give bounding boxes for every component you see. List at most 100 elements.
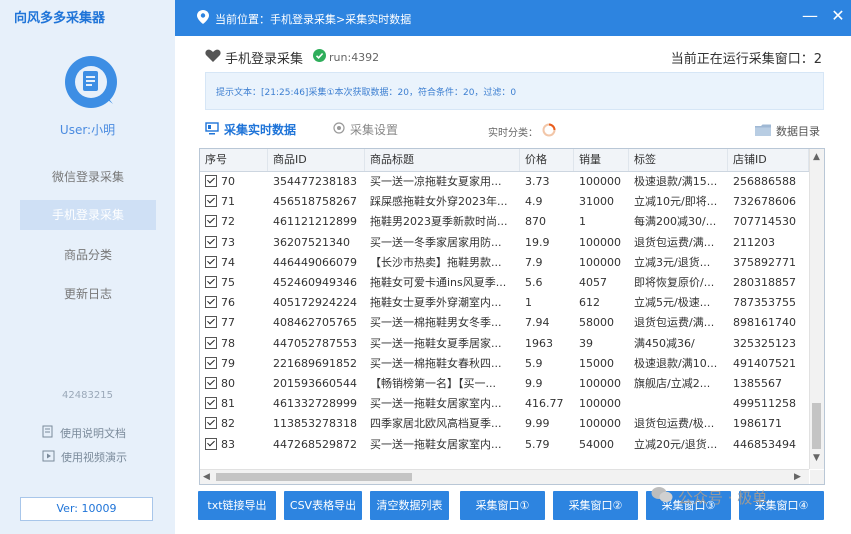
nav-wechat-login[interactable]: 微信登录采集 (20, 162, 156, 192)
csv-export-button[interactable]: CSV表格导出 (284, 491, 362, 520)
doc-link[interactable]: 使用说明文档 (42, 425, 126, 441)
row-checkbox[interactable] (205, 377, 217, 389)
window-2-button[interactable]: 采集窗口② (553, 491, 638, 520)
row-checkbox[interactable] (205, 276, 217, 288)
row-index: 80 (221, 377, 235, 390)
row-index: 78 (221, 336, 235, 350)
row-checkbox[interactable] (205, 417, 217, 430)
row-checkbox[interactable] (205, 296, 217, 309)
table-row[interactable]: 76 405172924224 拖鞋女士夏季外穿潮室内... 1 612 立减5元/极速.… (200, 293, 809, 313)
monitor-icon (205, 121, 219, 138)
vertical-scroll-thumb[interactable] (812, 403, 821, 449)
table-row[interactable]: 81 461332728999 买一送一拖鞋女居家室内... 416.77 100000… (200, 394, 809, 414)
column-header[interactable]: 商品标题 (365, 149, 520, 171)
table-cell: 461121212899 (273, 215, 357, 229)
data-directory-button[interactable]: 数据目录 (755, 123, 820, 139)
doc-link-label: 使用说明文档 (60, 427, 126, 440)
table-cell: 354477238183 (273, 175, 357, 188)
row-checkbox[interactable] (205, 195, 217, 208)
nav-category[interactable]: 商品分类 (20, 240, 156, 270)
horizontal-scroll-thumb[interactable] (216, 473, 412, 481)
app-title: 向风多多采集器 (14, 11, 106, 26)
row-index: 70 (221, 175, 235, 188)
horizontal-scrollbar[interactable]: ◀ ▶ (200, 469, 809, 484)
column-header[interactable]: 价格 (520, 149, 574, 171)
table-cell: 221689691852 (273, 356, 357, 370)
table-row[interactable]: 77 408462705765 买一送一棉拖鞋男女冬季... 7.94 58000 退货包… (200, 313, 809, 333)
table-cell: 即将恢复原价/... (634, 276, 715, 289)
table-cell: 73 (200, 233, 268, 253)
row-checkbox[interactable] (205, 215, 217, 228)
table-row[interactable]: 83 447268529872 买一送一拖鞋女居家室内... 5.79 54000 立减2… (200, 435, 809, 455)
scroll-up-arrow-icon[interactable]: ▲ (813, 151, 820, 163)
table-row[interactable]: 79 221689691852 买一送一棉拖鞋女春秋四... 5.9 15000 极速退款… (200, 354, 809, 374)
row-checkbox[interactable] (205, 336, 217, 349)
table-cell: 19.9 (525, 235, 550, 249)
close-button[interactable]: ✕ (829, 6, 847, 26)
table-cell: 79 (200, 354, 268, 374)
table-row[interactable]: 82 113853278318 四季家居北欧风高档夏季... 9.99 100000 退货… (200, 414, 809, 434)
heart-icon (205, 49, 221, 66)
table-row[interactable]: 73 36207521340 买一送一冬季家居家用防... 19.9 100000 退货包… (200, 233, 809, 253)
nav-phone-login[interactable]: 手机登录采集 (20, 200, 156, 230)
row-checkbox[interactable] (205, 356, 217, 369)
tab-row: 采集实时数据 采集设置 实时分类： 数据目录 (205, 118, 830, 142)
table-cell: 39 (579, 336, 593, 350)
sidebar: 向风多多采集器 User:小明 微信登录采集 手机登录采集 商品分类 更新日志 … (0, 0, 175, 534)
window-1-button[interactable]: 采集窗口① (460, 491, 545, 520)
tab-settings[interactable]: 采集设置 (333, 121, 398, 138)
table-row[interactable]: 71 456518758267 踩屎感拖鞋女外穿2023年... 4.9 31000 立减… (200, 192, 809, 212)
column-header[interactable]: 销量 (574, 149, 629, 171)
data-table[interactable]: 序号 商品ID 商品标题 价格 销量 标签 店铺ID 70 35447723818… (199, 148, 825, 485)
table-row[interactable]: 70 354477238183 买一送一凉拖鞋女夏家用... 3.73 100000 极速… (200, 172, 809, 192)
row-checkbox[interactable] (205, 175, 217, 187)
table-row[interactable]: 72 461121212899 拖鞋男2023夏季新款时尚... 870 1 每满200减… (200, 212, 809, 232)
row-checkbox[interactable] (205, 255, 217, 268)
column-header[interactable]: 序号 (200, 149, 268, 171)
txt-export-button[interactable]: txt链接导出 (198, 491, 276, 520)
table-row[interactable]: 74 446449066079 【长沙市热卖】拖鞋男款... 7.9 100000 立减3… (200, 253, 809, 273)
scroll-left-arrow-icon[interactable]: ◀ (203, 471, 210, 483)
scroll-right-arrow-icon[interactable]: ▶ (794, 471, 801, 483)
video-link[interactable]: 使用视频演示 (42, 449, 127, 465)
column-header[interactable]: 商品ID (268, 149, 365, 171)
minimize-button[interactable]: — (801, 6, 819, 26)
row-checkbox[interactable] (205, 397, 217, 410)
table-cell: 870 (525, 215, 546, 229)
version-badge: Ver: 10009 (20, 497, 153, 521)
table-cell: 9.9 (525, 377, 543, 390)
table-cell: 77 (200, 313, 268, 333)
folder-icon (755, 124, 771, 139)
table-cell: 75 (200, 273, 268, 293)
table-cell: 256886588 (733, 175, 796, 188)
realtime-category[interactable]: 实时分类： (488, 123, 556, 140)
table-cell: 7.94 (525, 316, 550, 330)
table-cell: 踩屎感拖鞋女外穿2023年... (370, 195, 508, 209)
clear-list-button[interactable]: 清空数据列表 (370, 491, 449, 520)
row-checkbox[interactable] (205, 316, 217, 329)
table-row[interactable]: 75 452460949346 拖鞋女可爱卡通ins风夏季... 5.6 4057 即将恢… (200, 273, 809, 293)
table-cell: 退货包运费/极... (634, 417, 715, 431)
watermark-text: 公众号 · 极单 (678, 488, 768, 507)
table-cell: 每满200减30/... (634, 215, 717, 229)
scroll-down-arrow-icon[interactable]: ▼ (813, 452, 820, 464)
column-header[interactable]: 标签 (629, 149, 728, 171)
table-row[interactable]: 80 201593660544 【畅销榜第一名】【买一... 9.9 100000 旗舰店… (200, 374, 809, 394)
column-header[interactable]: 店铺ID (728, 149, 809, 171)
table-cell: 732678606 (733, 195, 796, 209)
row-checkbox[interactable] (205, 437, 217, 450)
table-cell: 72 (200, 212, 268, 232)
gear-icon (333, 122, 345, 137)
tab-realtime-data[interactable]: 采集实时数据 (205, 121, 296, 138)
vertical-scrollbar[interactable]: ▲ ▼ (809, 149, 824, 469)
row-checkbox[interactable] (205, 235, 217, 248)
table-row[interactable]: 78 447052787553 买一送一拖鞋女夏季居家... 1963 39 满450减3… (200, 334, 809, 354)
table-cell: 447052787553 (273, 336, 357, 350)
realtime-category-label: 实时分类： (488, 128, 538, 139)
nav-changelog[interactable]: 更新日志 (20, 279, 156, 309)
table-cell: 5.9 (525, 356, 543, 370)
table-cell: 1 (579, 215, 586, 229)
breadcrumb-text: 当前位置：手机登录采集>采集实时数据 (215, 12, 412, 26)
table-cell: 3.73 (525, 175, 550, 188)
top-bar: 当前位置：手机登录采集>采集实时数据 — ✕ (175, 0, 851, 36)
